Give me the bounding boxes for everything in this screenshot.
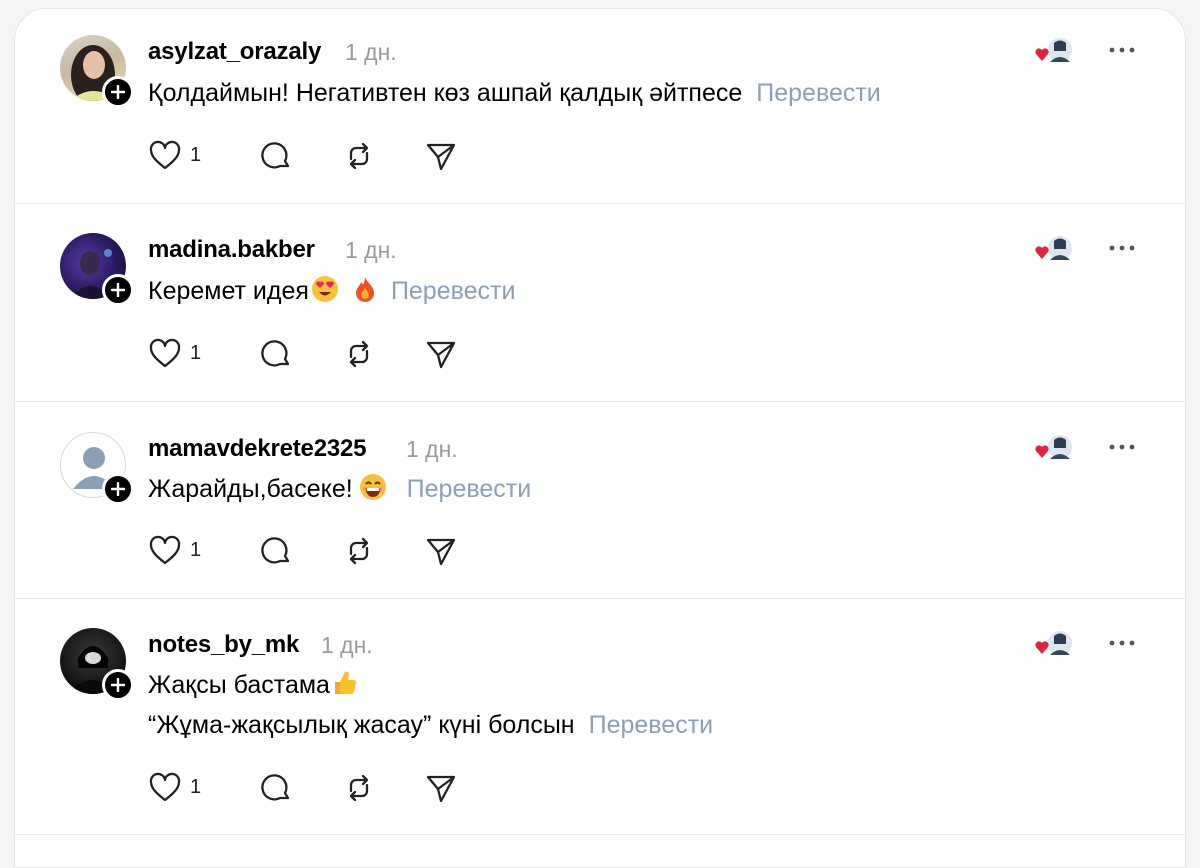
thumbs-up-emoji: [334, 671, 356, 695]
repost-icon[interactable]: [342, 337, 376, 371]
share-icon[interactable]: [424, 139, 458, 173]
post: notes_by_mk 1 дн. Жақсы бастама “Жұма-жа…: [15, 599, 1185, 835]
comment-line: Жарайды,басеке!: [148, 475, 353, 503]
timestamp[interactable]: 1 дн.: [406, 436, 458, 463]
reaction-avatar-icon[interactable]: [1034, 434, 1076, 462]
like-count: 1: [190, 776, 202, 798]
username[interactable]: mamavdekrete2325: [148, 435, 366, 463]
like-icon[interactable]: [148, 139, 182, 173]
username[interactable]: madina.bakber: [148, 236, 315, 264]
comment-text: Жақсы бастама “Жұма-жақсылық жасау” күні…: [148, 665, 713, 745]
post: mamavdekrete2325 1 дн. Жарайды,басеке! Пе…: [15, 402, 1185, 599]
comment-line: “Жұма-жақсылық жасау” күні болсын: [148, 711, 575, 739]
avatar[interactable]: [60, 432, 134, 505]
like-icon[interactable]: [148, 771, 182, 805]
avatar[interactable]: [60, 35, 134, 108]
post: madina.bakber 1 дн. Керемет идея Перевест…: [15, 204, 1185, 402]
more-options-icon[interactable]: [1107, 43, 1137, 55]
like-icon[interactable]: [148, 534, 182, 568]
avatar[interactable]: [60, 628, 134, 701]
like-count: 1: [190, 342, 202, 364]
more-options-icon[interactable]: [1107, 440, 1137, 452]
username[interactable]: asylzat_orazaly: [148, 38, 321, 66]
follow-plus-icon[interactable]: [102, 274, 134, 306]
translate-link[interactable]: Перевести: [756, 79, 881, 107]
repost-icon[interactable]: [342, 771, 376, 805]
repost-icon[interactable]: [342, 139, 376, 173]
timestamp[interactable]: 1 дн.: [321, 632, 373, 659]
reaction-avatar-icon[interactable]: [1034, 235, 1076, 263]
like-count: 1: [190, 539, 202, 561]
comment-text: Қолдаймын! Негативтен көз ашпай қалдық ә…: [148, 73, 881, 113]
reply-icon[interactable]: [260, 534, 294, 568]
timestamp[interactable]: 1 дн.: [345, 39, 397, 66]
comments-feed: asylzat_orazaly 1 дн. Қолдаймын! Негатив…: [14, 8, 1186, 868]
like-count: 1: [190, 144, 202, 166]
comment-text: Керемет идея Перевести: [148, 271, 515, 311]
reaction-avatar-icon[interactable]: [1034, 37, 1076, 65]
post: asylzat_orazaly 1 дн. Қолдаймын! Негатив…: [15, 9, 1185, 204]
more-options-icon[interactable]: [1107, 636, 1137, 648]
comment-text: Жарайды,басеке! Перевести: [148, 469, 531, 509]
share-icon[interactable]: [424, 337, 458, 371]
more-options-icon[interactable]: [1107, 241, 1137, 253]
reply-icon[interactable]: [260, 139, 294, 173]
heart-eyes-emoji: [311, 276, 338, 302]
share-icon[interactable]: [424, 534, 458, 568]
comment-line: Қолдаймын! Негативтен көз ашпай қалдық ә…: [148, 79, 743, 107]
username[interactable]: notes_by_mk: [148, 631, 299, 659]
reply-icon[interactable]: [260, 771, 294, 805]
grinning-emoji: [359, 474, 386, 500]
comment-line: Жақсы бастама: [148, 671, 330, 699]
follow-plus-icon[interactable]: [102, 76, 134, 108]
comment-line: Керемет идея: [148, 277, 309, 305]
fire-emoji: [355, 277, 374, 302]
repost-icon[interactable]: [342, 534, 376, 568]
translate-link[interactable]: Перевести: [407, 475, 532, 503]
follow-plus-icon[interactable]: [102, 473, 134, 505]
like-icon[interactable]: [148, 337, 182, 371]
avatar[interactable]: [60, 233, 134, 306]
translate-link[interactable]: Перевести: [391, 277, 516, 305]
reply-icon[interactable]: [260, 337, 294, 371]
translate-link[interactable]: Перевести: [589, 711, 714, 739]
timestamp[interactable]: 1 дн.: [345, 237, 397, 264]
reaction-avatar-icon[interactable]: [1034, 630, 1076, 658]
share-icon[interactable]: [424, 771, 458, 805]
follow-plus-icon[interactable]: [102, 669, 134, 701]
